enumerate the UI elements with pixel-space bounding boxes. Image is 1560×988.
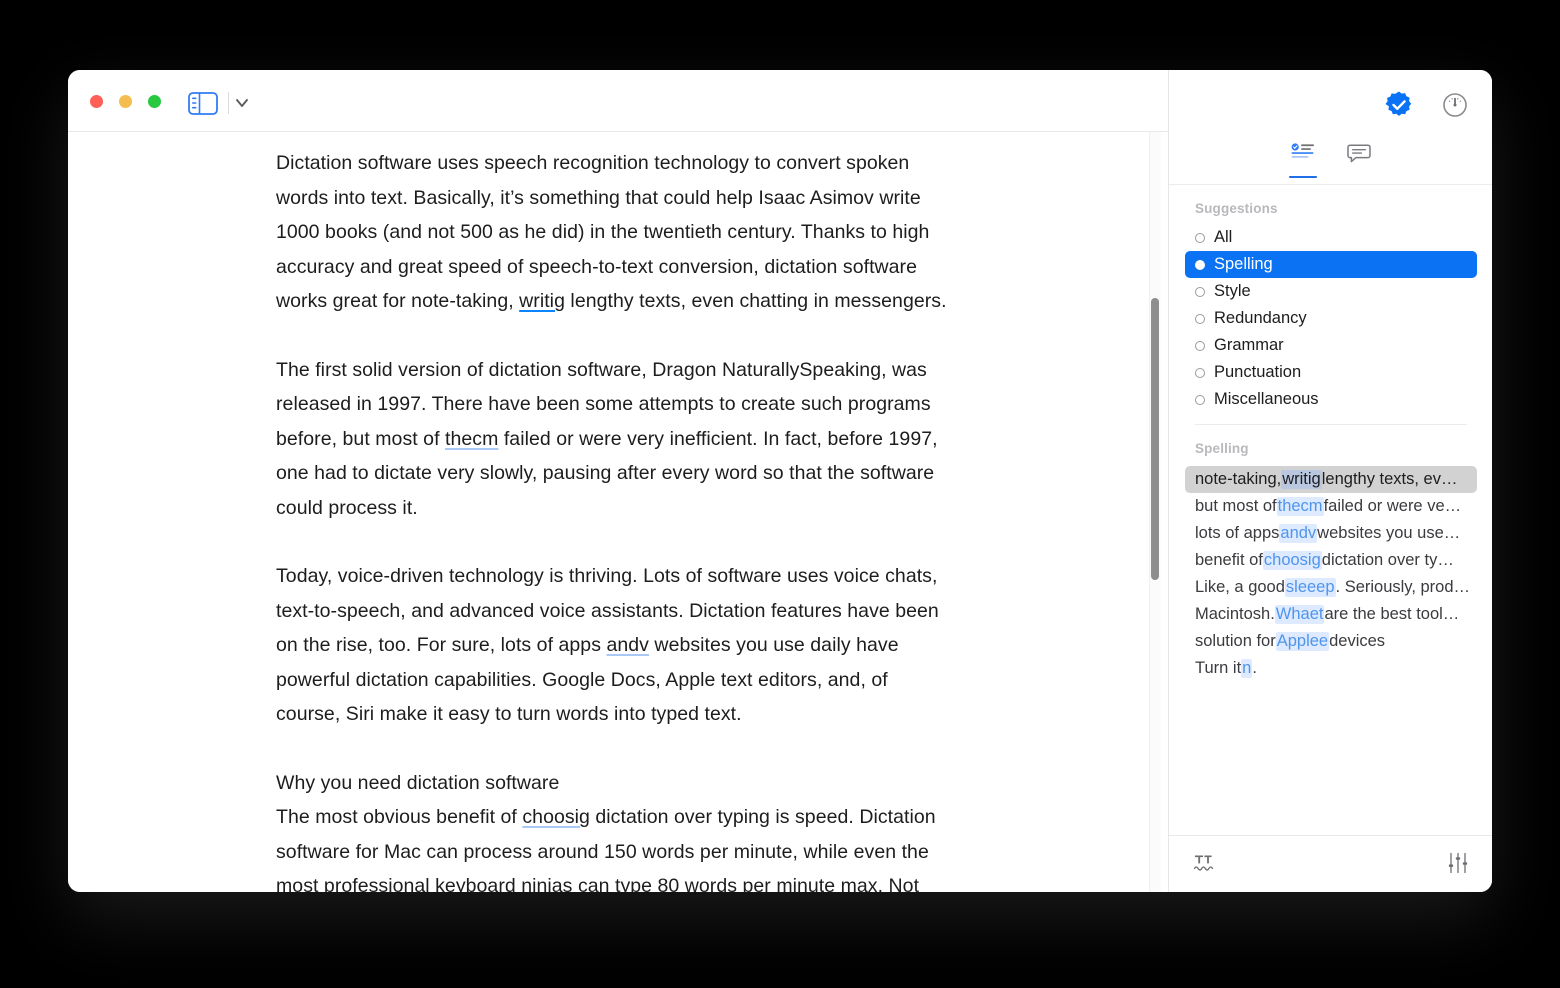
misspelled-word[interactable]: thecm [445, 428, 498, 450]
suggestion-suffix: are the best tool… [1324, 605, 1460, 623]
document-scrollbar-thumb[interactable] [1151, 298, 1159, 580]
suggestion-filter-list[interactable]: All Spelling Style Redundancy Grammar Punctua… [1169, 224, 1492, 413]
toggle-sidebar-icon[interactable] [188, 92, 218, 115]
suggestion-suffix: dictation over ty… [1321, 551, 1454, 569]
suggestion-suffix: devices [1329, 632, 1386, 650]
titlebar-actions [1384, 90, 1468, 125]
filter-option-style[interactable]: Style [1185, 278, 1477, 305]
radio-icon [1195, 340, 1205, 351]
misspelled-word[interactable]: andv [606, 634, 649, 656]
misspelled-word[interactable]: writig [519, 290, 565, 312]
filter-option-miscellaneous[interactable]: Miscellaneous [1185, 386, 1477, 413]
close-window-button[interactable] [90, 95, 103, 108]
spelling-heading: Spelling [1195, 441, 1249, 456]
filter-option-grammar[interactable]: Grammar [1185, 332, 1477, 359]
sliders-settings-icon[interactable] [1447, 852, 1469, 879]
spelling-suggestion-list[interactable]: note-taking, writig lengthy texts, ev… bu… [1169, 464, 1492, 682]
document-paragraph: The most obvious benefit of choosig dict… [276, 800, 956, 892]
suggestion-word: thecm [1276, 497, 1324, 516]
suggestion-word: n [1241, 659, 1253, 678]
filter-option-label: Miscellaneous [1214, 390, 1319, 408]
paragraph-text: Why you need dictation software [276, 771, 560, 794]
window-titlebar [68, 70, 1492, 132]
radio-icon [1195, 394, 1205, 405]
suggestion-item[interactable]: Like, a good sleeep. Seriously, prod… [1185, 574, 1477, 601]
filter-option-punctuation[interactable]: Punctuation [1185, 359, 1477, 386]
suggestion-prefix: Macintosh. [1195, 605, 1275, 623]
filter-option-label: Punctuation [1214, 363, 1302, 381]
suggestion-word: writig [1281, 470, 1322, 489]
document-paragraph: Why you need dictation software [276, 766, 956, 801]
suggestion-suffix: failed or were ve… [1323, 497, 1462, 515]
radio-icon [1195, 313, 1205, 324]
panel-tab-bar [1169, 132, 1492, 185]
suggestion-word: Whaet [1274, 605, 1325, 624]
verified-check-badge-icon[interactable] [1384, 90, 1414, 125]
paragraph-text: Dictation software uses speech recogniti… [276, 152, 930, 312]
suggestion-prefix: but most of [1195, 497, 1277, 515]
filter-option-label: Grammar [1214, 336, 1284, 354]
filter-option-label: Spelling [1214, 255, 1273, 273]
radio-icon [1195, 259, 1205, 270]
suggestion-item[interactable]: note-taking, writig lengthy texts, ev… [1185, 466, 1477, 493]
suggestion-word: choosig [1262, 551, 1322, 570]
panel-content: Suggestions All Spelling Style Redundancy Gr… [1169, 185, 1492, 892]
document-paragraph: Today, voice-driven technology is thrivi… [276, 559, 956, 732]
radio-icon [1195, 286, 1205, 297]
tab-comments[interactable] [1345, 139, 1373, 178]
suggestion-suffix: lengthy texts, ev… [1321, 470, 1458, 488]
traffic-light-buttons[interactable] [90, 95, 161, 108]
suggestion-prefix: Turn it [1195, 659, 1242, 677]
suggestion-prefix: Like, a good [1195, 578, 1285, 596]
screen: Dictation software uses speech recogniti… [0, 0, 1560, 988]
misspelled-word[interactable]: choosig [522, 806, 590, 828]
readability-gauge-icon[interactable] [1442, 92, 1468, 123]
radio-icon [1195, 367, 1205, 378]
filter-option-label: Redundancy [1214, 309, 1307, 327]
zoom-window-button[interactable] [148, 95, 161, 108]
document-paragraph: Dictation software uses speech recogniti… [276, 146, 956, 319]
document-body[interactable]: Dictation software uses speech recogniti… [276, 146, 956, 892]
suggestion-word: Applee [1275, 632, 1330, 651]
spellcheck-language-icon[interactable] [1193, 852, 1215, 879]
suggestion-item[interactable]: Turn it n. [1185, 655, 1477, 682]
tab-suggestions-underline [1289, 175, 1317, 178]
suggestion-prefix: note-taking, [1195, 470, 1282, 488]
filter-option-spelling[interactable]: Spelling [1185, 251, 1477, 278]
suggestion-suffix: . Seriously, prod… [1335, 578, 1471, 596]
paragraph-text: lengthy texts, even chatting in messenge… [564, 290, 947, 312]
suggestion-prefix: benefit of [1195, 551, 1263, 569]
suggestion-prefix: solution for [1195, 632, 1276, 650]
filter-option-label: Style [1214, 282, 1251, 300]
suggestion-suffix: . [1252, 659, 1257, 677]
document-editor[interactable]: Dictation software uses speech recogniti… [68, 132, 1168, 892]
suggestion-word: sleeep [1284, 578, 1336, 597]
tab-suggestions[interactable] [1289, 139, 1317, 178]
suggestion-word: andv [1279, 524, 1318, 543]
chevron-down-icon[interactable] [232, 94, 256, 112]
toolbar-divider [228, 92, 229, 114]
document-paragraph: The first solid version of dictation sof… [276, 353, 956, 526]
suggestion-item[interactable]: benefit of choosig dictation over ty… [1185, 547, 1477, 574]
filter-option-label: All [1214, 228, 1233, 246]
paragraph-text: The most obvious benefit of [276, 806, 523, 828]
suggestions-heading: Suggestions [1195, 201, 1278, 216]
minimize-window-button[interactable] [119, 95, 132, 108]
suggestion-item[interactable]: lots of apps andv websites you use… [1185, 520, 1477, 547]
panel-footer [1169, 835, 1492, 892]
filter-option-all[interactable]: All [1185, 224, 1477, 251]
suggestion-suffix: websites you use… [1317, 524, 1461, 542]
suggestion-item[interactable]: Macintosh. Whaet are the best tool… [1185, 601, 1477, 628]
app-window: Dictation software uses speech recogniti… [68, 70, 1492, 892]
suggestion-prefix: lots of apps [1195, 524, 1280, 542]
suggestion-item[interactable]: solution for Applee devices [1185, 628, 1477, 655]
radio-icon [1195, 232, 1205, 243]
filter-option-redundancy[interactable]: Redundancy [1185, 305, 1477, 332]
suggestion-item[interactable]: but most of thecm failed or were ve… [1185, 493, 1477, 520]
suggestions-panel: Suggestions All Spelling Style Redundancy Gr… [1168, 132, 1492, 892]
